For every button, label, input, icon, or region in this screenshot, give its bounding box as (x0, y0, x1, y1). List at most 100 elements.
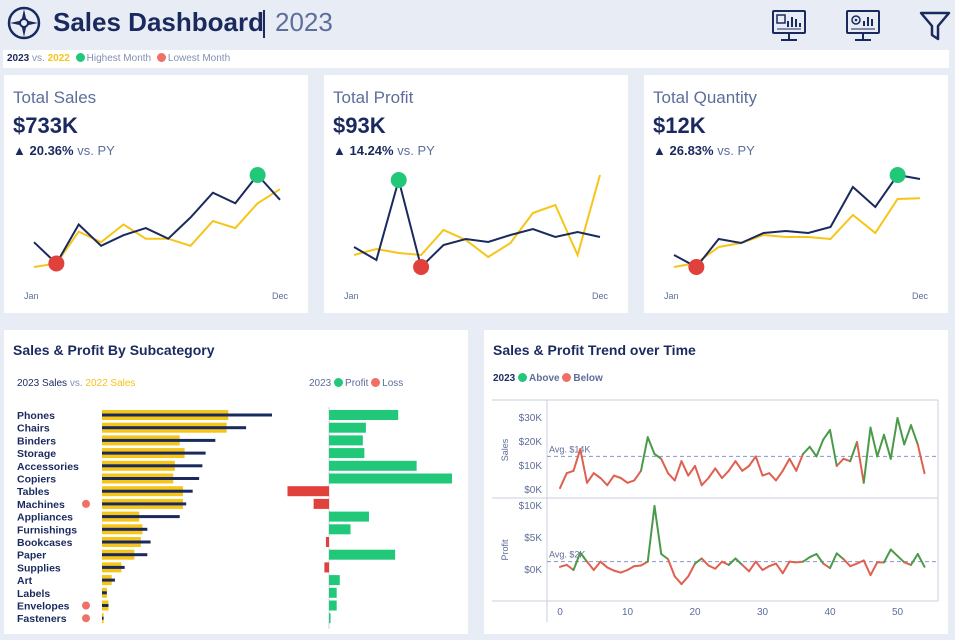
profit-trend-segment (606, 566, 615, 572)
page-year: 2023 (275, 7, 333, 37)
sales-2023-bar (102, 477, 200, 480)
profit-bar (329, 410, 399, 420)
profit-trend-segment (586, 560, 595, 571)
sales-trend-segment (741, 465, 750, 472)
profit-trend-segment (910, 553, 919, 566)
sales-trend-segment (640, 436, 649, 472)
profit-trend-segment (842, 558, 852, 568)
profit-trend-segment (599, 560, 609, 569)
x-start-label: Jan (344, 291, 359, 301)
sales-trend-segment (808, 445, 818, 458)
sales-trend-segment (559, 472, 568, 490)
profit-trend-segment (869, 561, 879, 577)
x-end-label: Dec (912, 291, 929, 301)
subcategory-label: Supplies (17, 562, 61, 574)
subcategory-label: Storage (17, 448, 56, 460)
x-tick-label: 0 (557, 607, 563, 618)
subcategory-chart[interactable]: PhonesChairsBindersStorageAccessoriesCop… (4, 330, 468, 634)
profit-trend-segment (862, 559, 872, 577)
trend-panel: Sales & Profit Trend over Time 2023 Abov… (484, 330, 948, 634)
highest-month-marker (889, 167, 906, 183)
profit-trend-segment (653, 505, 663, 555)
kpi-sparkline[interactable]: Jan Dec (4, 75, 308, 313)
filter-icon[interactable] (917, 9, 953, 43)
sales-trend-segment (876, 433, 885, 458)
profit-trend-segment (775, 562, 784, 575)
sales-trend-segment (626, 479, 636, 484)
x-end-label: Dec (592, 291, 609, 301)
subcategory-label: Fasteners (17, 613, 67, 625)
profit-tick-label: $10K (519, 501, 543, 512)
sales-2023-bar (102, 591, 107, 595)
profit-trend-segment (673, 575, 683, 586)
sales-trend-segment (619, 477, 629, 484)
lowest-month-marker (48, 255, 65, 272)
profit-bar (329, 435, 363, 446)
sales-trend-segment (802, 445, 811, 455)
title-separator (263, 10, 265, 38)
kpi-card-sales[interactable]: Total Sales $733K ▲ 20.36% vs. PY Jan Dec (4, 75, 308, 313)
loss-flag-dot (82, 601, 90, 610)
subcategory-label: Art (17, 575, 33, 587)
legend-previous-year: 2022 (47, 53, 70, 64)
sales-trend-segment (633, 469, 642, 482)
sales-trend-segment (754, 455, 764, 477)
kpi-sparkline[interactable]: Jan Dec (324, 75, 628, 313)
profit-trend-segment (565, 563, 575, 571)
profit-bar (324, 562, 329, 573)
lowest-month-marker (688, 259, 705, 275)
subcategory-label: Furnishings (17, 524, 77, 536)
kpi-card-quantity[interactable]: Total Quantity $12K ▲ 26.83% vs. PY Jan D… (644, 75, 948, 313)
profit-bar (329, 549, 396, 560)
highest-month-marker (249, 167, 266, 183)
sales-trend-segment (694, 465, 703, 487)
profit-trend-segment (687, 562, 696, 578)
dashboard-monitor-icon[interactable] (771, 9, 807, 43)
profit-bar (329, 613, 331, 624)
profit-trend-segment (761, 565, 771, 571)
kpi-sparkline[interactable]: Jan Dec (644, 75, 948, 313)
x-tick-label: 30 (757, 607, 769, 618)
highest-dot-icon (75, 53, 85, 62)
subcategory-label: Appliances (17, 512, 73, 524)
legend-strip: 2023 vs. 2022 Highest Month Lowest Month (3, 50, 949, 68)
sales-trend-segment (700, 477, 710, 487)
profit-bar (329, 600, 337, 611)
kpi-card-profit[interactable]: Total Profit $93K ▲ 14.24% vs. PY Jan Dec (324, 75, 628, 313)
profit-trend-segment (633, 564, 642, 568)
sales-2023-bar (102, 515, 180, 519)
lowest-month-marker (413, 259, 430, 275)
legend-vs: vs. (32, 53, 45, 64)
profit-trend-segment (714, 560, 723, 570)
sales-2023-bar (102, 489, 193, 493)
subcategory-label: Binders (17, 435, 56, 447)
sales-trend-segment (869, 426, 879, 458)
sales-trend-segment (680, 460, 690, 477)
profit-trend-segment (640, 560, 649, 567)
profit-trend-segment (788, 560, 798, 564)
header-bar: Sales Dashboard 2023 (0, 0, 955, 48)
profit-bar (287, 486, 329, 497)
sales-trend-segment (592, 472, 602, 479)
legend-current-year: 2023 (7, 53, 30, 64)
legend-lowest: Lowest Month (167, 53, 231, 64)
profit-trend-segment (613, 569, 622, 574)
sales-avg-label: Avg. $14K (549, 444, 590, 454)
sales-2023-bar (102, 565, 125, 569)
previous-year-line (33, 188, 281, 268)
sales-tick-label: $10K (519, 461, 543, 472)
profit-trend-segment (741, 563, 750, 573)
settings-monitor-icon[interactable] (845, 9, 881, 43)
profit-trend-segment (646, 505, 656, 563)
legend-highest: Highest Month (86, 53, 152, 64)
profit-trend-segment (748, 560, 757, 573)
profit-trend-segment (707, 564, 717, 570)
profit-trend-segment (694, 557, 703, 565)
loss-flag-dot (82, 499, 90, 508)
sales-trend-segment (842, 457, 852, 463)
trend-chart[interactable]: $30K $20K $10K $0K $10K $5K $0K Sales Profit 0 10 2… (484, 330, 948, 634)
subcategory-label: Envelopes (17, 601, 70, 613)
subcategory-label: Machines (17, 499, 65, 511)
sales-trend-segment (606, 474, 615, 487)
profit-trend-segment (835, 552, 845, 561)
